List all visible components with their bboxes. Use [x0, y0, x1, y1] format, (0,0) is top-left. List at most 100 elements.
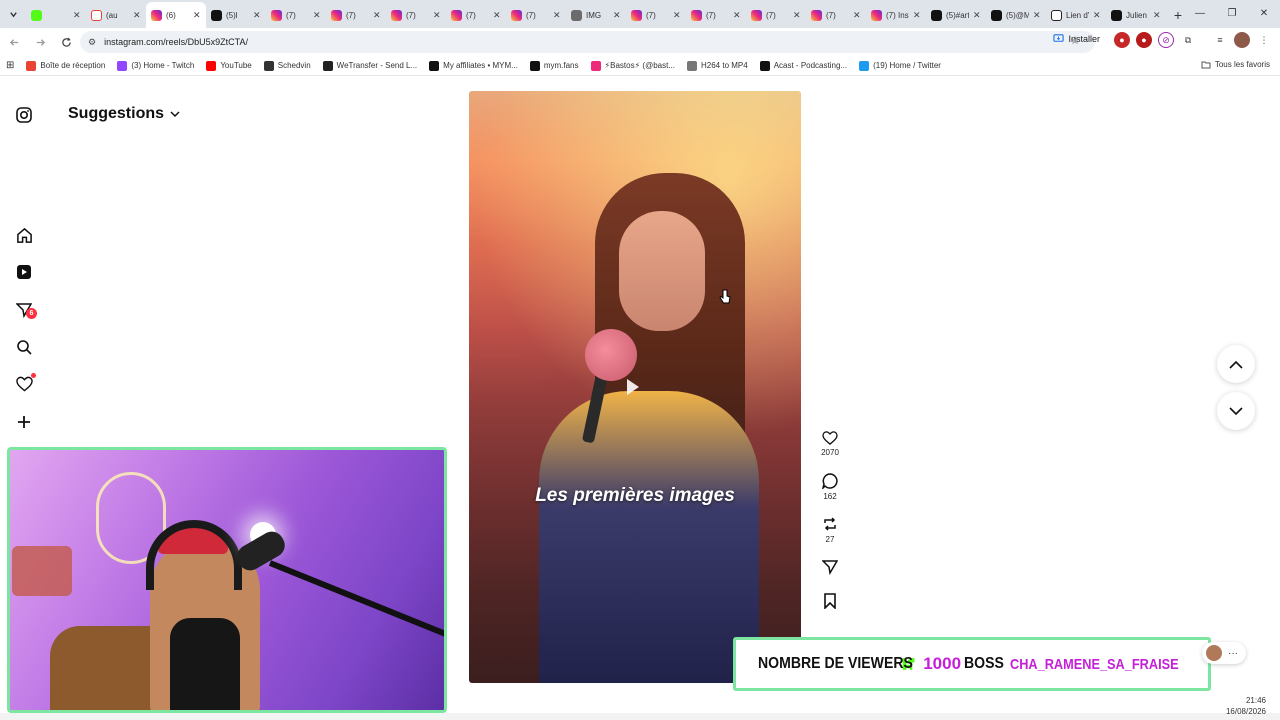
reels-icon[interactable]	[14, 262, 34, 282]
instagram-logo-icon[interactable]	[14, 105, 34, 125]
tab-14[interactable]: (7) Insta ✕	[866, 2, 926, 28]
messages-pill[interactable]: ···	[1202, 642, 1246, 664]
bookmark-item[interactable]: (19) Home / Twitter	[859, 60, 941, 71]
tab-8[interactable]: (7) ✕	[506, 2, 566, 28]
bookmark-list: Boîte de réception (3) Home - Twitch YouTu…	[26, 60, 953, 71]
notifications-heart-icon[interactable]	[14, 373, 36, 394]
search-icon[interactable]	[14, 337, 34, 357]
site-info-icon[interactable]: ⚙	[88, 37, 96, 48]
forward-button[interactable]	[28, 30, 52, 54]
tab-13[interactable]: (7) ✕	[806, 2, 866, 28]
close-tab-icon[interactable]: ✕	[433, 10, 441, 21]
bookmark-item[interactable]: YouTube	[206, 60, 252, 71]
next-reel-button[interactable]	[1217, 392, 1255, 430]
reel-video[interactable]: Les premières images	[469, 91, 801, 683]
close-tab-icon[interactable]: ✕	[733, 10, 741, 21]
play-icon[interactable]	[627, 379, 639, 395]
address-bar[interactable]: ⚙ instagram.com/reels/DbU5x9ZtCTA/	[80, 31, 1095, 53]
extension-red-icon[interactable]: ●	[1114, 32, 1130, 48]
mym-icon	[529, 60, 540, 71]
tab-11[interactable]: (7) ✕	[686, 2, 746, 28]
close-window-button[interactable]: ✕	[1248, 0, 1280, 26]
bookmark-item[interactable]: Acast - Podcasting...	[759, 60, 847, 71]
tab-0[interactable]: ✕	[26, 2, 86, 28]
previous-reel-button[interactable]	[1217, 345, 1255, 383]
share-action[interactable]	[815, 559, 845, 578]
close-tab-icon[interactable]: ✕	[853, 10, 861, 21]
bookmark-item[interactable]: (3) Home - Twitch	[117, 60, 194, 71]
bookmark-item[interactable]: Boîte de réception	[26, 60, 105, 71]
webcam-overlay	[7, 447, 447, 713]
close-tab-icon[interactable]: ✕	[493, 10, 501, 21]
mym-icon	[429, 60, 440, 71]
tab-17[interactable]: Lien d'a ✕	[1046, 2, 1106, 28]
home-icon[interactable]	[14, 225, 34, 245]
tab-5[interactable]: (7) ✕	[326, 2, 386, 28]
close-tab-icon[interactable]: ✕	[373, 10, 381, 21]
bookmark-item[interactable]: mym.fans	[529, 60, 579, 71]
close-tab-icon[interactable]: ✕	[313, 10, 321, 21]
messages-icon[interactable]: 6	[14, 300, 37, 320]
close-tab-icon[interactable]: ✕	[613, 10, 621, 21]
bookmark-item[interactable]: ⚡Bastos⚡ (@bast...	[590, 60, 675, 71]
close-tab-icon[interactable]: ✕	[673, 10, 681, 21]
close-tab-icon[interactable]: ✕	[913, 10, 921, 21]
notification-dot	[31, 373, 36, 378]
close-tab-icon[interactable]: ✕	[253, 10, 261, 21]
tab-1[interactable]: (au ✕	[86, 2, 146, 28]
close-tab-icon[interactable]: ✕	[553, 10, 561, 21]
bookmark-item[interactable]: WeTransfer - Send L...	[322, 60, 417, 71]
tab-7[interactable]: (7) ✕	[446, 2, 506, 28]
extensions-area: ● ● ⊘ ⧉ ≡ ⋮	[1114, 32, 1272, 48]
media-control-icon[interactable]: ≡	[1212, 32, 1228, 48]
reel-subject-body	[539, 391, 759, 683]
maximize-button[interactable]: ❐	[1216, 0, 1248, 26]
tab-12[interactable]: (7) ✕	[746, 2, 806, 28]
save-action[interactable]	[815, 593, 845, 612]
create-plus-icon[interactable]	[14, 412, 34, 432]
close-tab-icon[interactable]: ✕	[973, 10, 981, 21]
tab-6[interactable]: (7) ✕	[386, 2, 446, 28]
reload-button[interactable]	[54, 30, 78, 54]
comment-action[interactable]: 162	[815, 473, 845, 501]
tab-label: (6)	[166, 10, 176, 20]
tab-3[interactable]: (5)l ✕	[206, 2, 266, 28]
bookmark-icon	[824, 593, 836, 609]
back-button[interactable]	[2, 30, 26, 54]
tab-18[interactable]: Julien T ✕	[1106, 2, 1166, 28]
puzzle-icon[interactable]: ⧉	[1180, 32, 1196, 48]
tab-strip: ✕ (au ✕ (6) ✕ (5)l ✕ (7) ✕ (7) ✕ (7) ✕ (7) ✕ (7) ✕ IMG ✕ (7…	[0, 0, 1280, 28]
tab-2[interactable]: (6) ✕	[146, 2, 206, 28]
apps-grid-icon[interactable]: ⊞	[6, 60, 14, 71]
all-bookmarks[interactable]: Tous les favoris	[1201, 60, 1270, 69]
instagram-icon	[271, 9, 282, 21]
instagram-icon	[511, 9, 522, 21]
menu-icon[interactable]: ⋮	[1256, 32, 1272, 48]
repost-action[interactable]: 27	[815, 516, 845, 544]
bookmark-item[interactable]: My affiliates • MYM...	[429, 60, 518, 71]
close-tab-icon[interactable]: ✕	[73, 10, 81, 21]
like-action[interactable]: 2070	[815, 431, 845, 457]
block-icon[interactable]: ⊘	[1158, 32, 1174, 48]
bookmark-star-icon[interactable]: ☆	[1070, 34, 1080, 47]
tab-10[interactable]: (7) ✕	[626, 2, 686, 28]
folder-icon	[1201, 61, 1211, 69]
bookmark-item[interactable]: Schedvin	[263, 60, 311, 71]
profile-avatar[interactable]	[1234, 32, 1250, 48]
close-tab-icon[interactable]: ✕	[1153, 10, 1161, 21]
tab-4[interactable]: (7) ✕	[266, 2, 326, 28]
close-tab-icon[interactable]: ✕	[1033, 10, 1041, 21]
close-tab-icon[interactable]: ✕	[793, 10, 801, 21]
tab-9[interactable]: IMG ✕	[566, 2, 626, 28]
extension-shield-icon[interactable]: ●	[1136, 32, 1152, 48]
tab-15[interactable]: (5)#arts ✕	[926, 2, 986, 28]
install-icon	[1053, 34, 1065, 42]
minimize-button[interactable]: —	[1184, 0, 1216, 26]
tab-16[interactable]: (5)@M ✕	[986, 2, 1046, 28]
close-tab-icon[interactable]: ✕	[193, 10, 201, 21]
close-tab-icon[interactable]: ✕	[133, 10, 141, 21]
bookmark-item[interactable]: H264 to MP4	[687, 60, 748, 71]
close-tab-icon[interactable]: ✕	[1093, 10, 1101, 21]
suggestions-dropdown[interactable]: Suggestions	[68, 105, 180, 123]
tab-search-button[interactable]	[0, 0, 26, 28]
